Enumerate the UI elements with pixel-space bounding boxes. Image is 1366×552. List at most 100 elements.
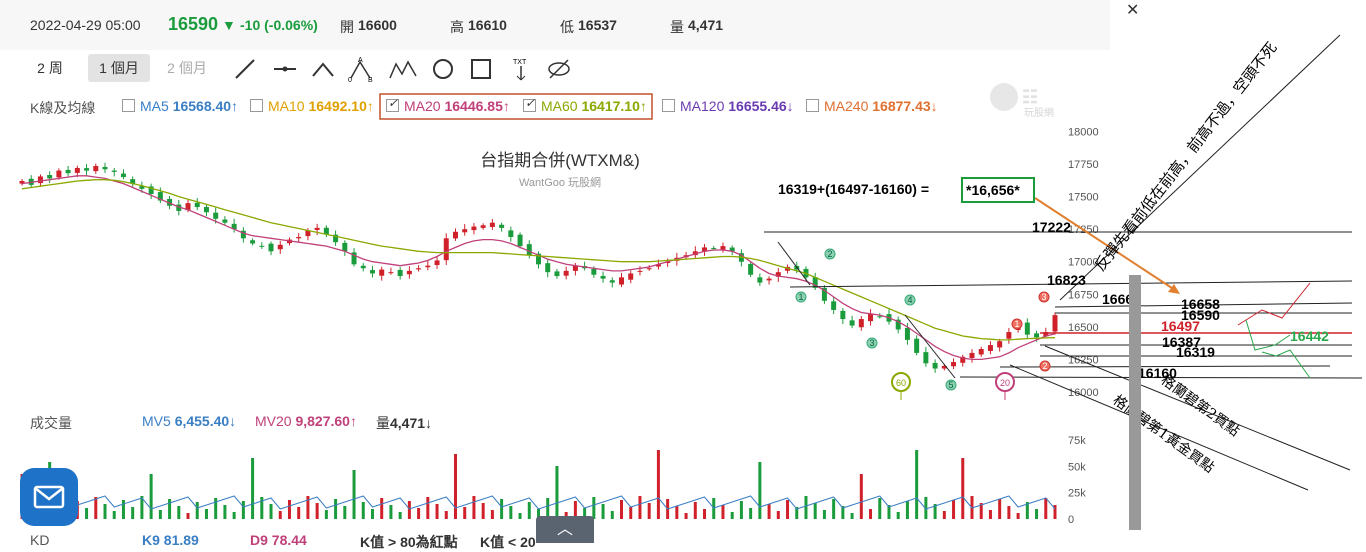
candle (600, 271, 606, 283)
volume-bar (149, 474, 153, 519)
diag-text-rebound: 反彈先看前低在前高，前高不過，空頭不死 (1091, 39, 1281, 275)
wave-marker-1: 1 (795, 291, 807, 303)
volume-bar (131, 507, 135, 519)
y-tick-label: 16500 (1068, 322, 1099, 334)
volume-bar (1044, 498, 1048, 519)
volume-bar (195, 502, 199, 519)
volume-bar (786, 500, 790, 519)
volume-bar (961, 458, 965, 519)
vol-label: 量 (376, 415, 390, 431)
candle (443, 233, 449, 265)
volume-bar (675, 506, 679, 519)
volume-bar (942, 511, 946, 519)
candle (923, 347, 929, 367)
volume-title: 成交量 (30, 415, 72, 431)
volume-bar (241, 501, 245, 519)
candle (360, 263, 366, 272)
volume-bar (518, 513, 522, 519)
wave-marker-5: 5 (945, 379, 957, 391)
candle (268, 241, 274, 256)
volume-bar (758, 462, 762, 519)
d-value: D9 78.44 (250, 532, 307, 548)
volume-bar (453, 454, 457, 519)
volume-bar (158, 510, 162, 519)
svg-text:4: 4 (907, 295, 912, 305)
volume-bar (629, 507, 633, 519)
mv5-value: 6,455.40↓ (174, 413, 237, 429)
y-tick-label: 16000 (1068, 387, 1099, 399)
volume-bar (463, 507, 467, 519)
kd-note-1: K值 > 80為紅點 (360, 534, 458, 550)
svg-text:5: 5 (948, 380, 953, 390)
candle (868, 309, 874, 326)
volume-bar (527, 502, 531, 519)
volume-bar (703, 509, 707, 519)
candle (1024, 318, 1030, 339)
volume-bar (776, 511, 780, 519)
candle (849, 315, 855, 329)
scroll-up-button[interactable]: ︿ (536, 516, 594, 543)
candle (351, 248, 357, 267)
ma20-cross-marker: 20 (995, 372, 1015, 400)
volume-bar (500, 499, 504, 519)
candle (47, 171, 53, 184)
volume-bar (555, 466, 559, 519)
svg-text:1: 1 (1014, 319, 1019, 329)
wave-marker-2: 2 (824, 248, 836, 260)
volume-bar (1016, 513, 1020, 519)
k-value: K9 81.89 (142, 532, 199, 548)
mv20-value: 9,827.60↑ (295, 413, 357, 429)
mv20-item: MV20 9,827.60↑ (255, 413, 357, 429)
volume-bar (905, 501, 909, 519)
volume-bar (444, 511, 448, 519)
candle (425, 260, 431, 271)
diagonal-lines (777, 34, 1351, 491)
target-value: *16,656* (966, 182, 1020, 198)
svg-text:2: 2 (1042, 361, 1047, 371)
volume-bar (952, 500, 956, 519)
volume-bar (767, 504, 771, 519)
svg-text:☷: ☷ (1022, 87, 1038, 107)
candle (960, 354, 966, 367)
candle (812, 272, 818, 291)
vol-item: 量4,471↓ (376, 413, 432, 433)
candle (480, 223, 486, 230)
wave-markers: 1 2 3 4 5 1 2 3 (795, 248, 1051, 391)
candle (388, 267, 394, 275)
volume-bar (407, 501, 411, 519)
candle (369, 265, 375, 278)
mail-button[interactable] (20, 468, 78, 526)
candle (757, 273, 763, 286)
candle (932, 359, 938, 373)
candle (434, 257, 440, 269)
formula-text: 16319+(16497-16160) = (778, 181, 929, 197)
volume-bar (85, 508, 89, 519)
volume-bar (832, 499, 836, 519)
volume-bar (988, 510, 992, 519)
volume-bar (204, 509, 208, 519)
red-marker-1: 1 (1011, 318, 1023, 330)
support-resistance-lines (764, 231, 1363, 379)
candle (840, 307, 846, 324)
volume-bar (103, 504, 107, 519)
candle (462, 224, 468, 236)
watermark-brand: 玩股網 (1024, 106, 1054, 119)
candle (499, 222, 505, 232)
volume-tick-label: 50k (1068, 461, 1086, 473)
candle (120, 169, 126, 180)
volume-bar (592, 497, 596, 519)
candle (702, 243, 708, 256)
candle (619, 272, 625, 288)
volume-bar (859, 474, 863, 519)
price-chart[interactable]: 1800017750175001725017000167501650016250… (0, 0, 1366, 543)
candle (250, 238, 256, 246)
volume-tick-label: 0 (1068, 514, 1074, 526)
candle (259, 242, 265, 249)
candle (406, 266, 412, 279)
volume-bar (269, 504, 273, 519)
volume-bar (749, 508, 753, 519)
candle (1006, 328, 1012, 344)
volume-bar (693, 502, 697, 519)
kd-note-2: K值 < 20 (480, 534, 536, 550)
candle (729, 245, 735, 256)
